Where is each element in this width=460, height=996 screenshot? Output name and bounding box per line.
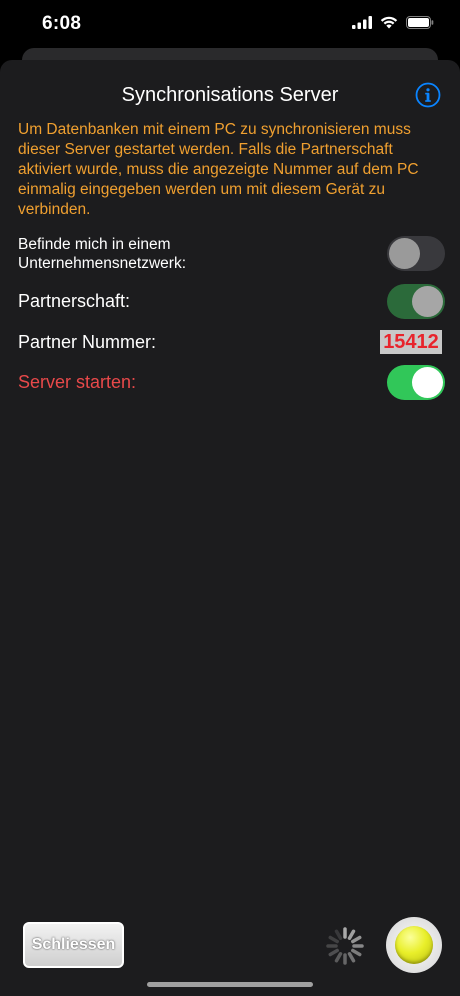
partner-number-value: 15412	[380, 330, 442, 354]
server-start-toggle[interactable]	[387, 365, 445, 400]
partner-number-label: Partner Nummer:	[18, 332, 157, 352]
wifi-icon	[380, 16, 398, 29]
status-lamp-bulb	[395, 926, 433, 964]
partnership-toggle[interactable]	[387, 284, 445, 319]
sync-description: Um Datenbanken mit einem PC zu synchroni…	[18, 121, 419, 218]
loading-spinner-icon	[326, 927, 364, 965]
status-bar: 6:08	[0, 0, 460, 50]
toggle-knob	[412, 286, 443, 317]
corporate-network-label-line1: Befinde mich in einem	[18, 236, 171, 253]
toggle-knob	[412, 367, 443, 398]
server-start-label: Server starten:	[18, 372, 137, 392]
info-icon[interactable]	[415, 82, 441, 108]
status-time: 6:08	[42, 13, 82, 34]
status-light-icon	[386, 917, 442, 973]
corporate-network-toggle[interactable]	[387, 236, 445, 271]
close-button[interactable]: Schliessen	[23, 922, 124, 968]
home-indicator[interactable]	[147, 982, 313, 987]
corporate-network-label: Befinde mich in einem Unternehmensnetzwe…	[18, 235, 186, 273]
battery-icon	[406, 16, 434, 29]
status-icons	[352, 16, 434, 29]
cellular-signal-icon	[352, 16, 372, 29]
page-title: Synchronisations Server	[121, 84, 339, 106]
close-button-label: Schliessen	[31, 936, 116, 953]
corporate-network-label-line2: Unternehmensnetzwerk:	[18, 255, 186, 272]
partnership-label: Partnerschaft:	[18, 291, 131, 311]
toggle-knob	[389, 238, 420, 269]
